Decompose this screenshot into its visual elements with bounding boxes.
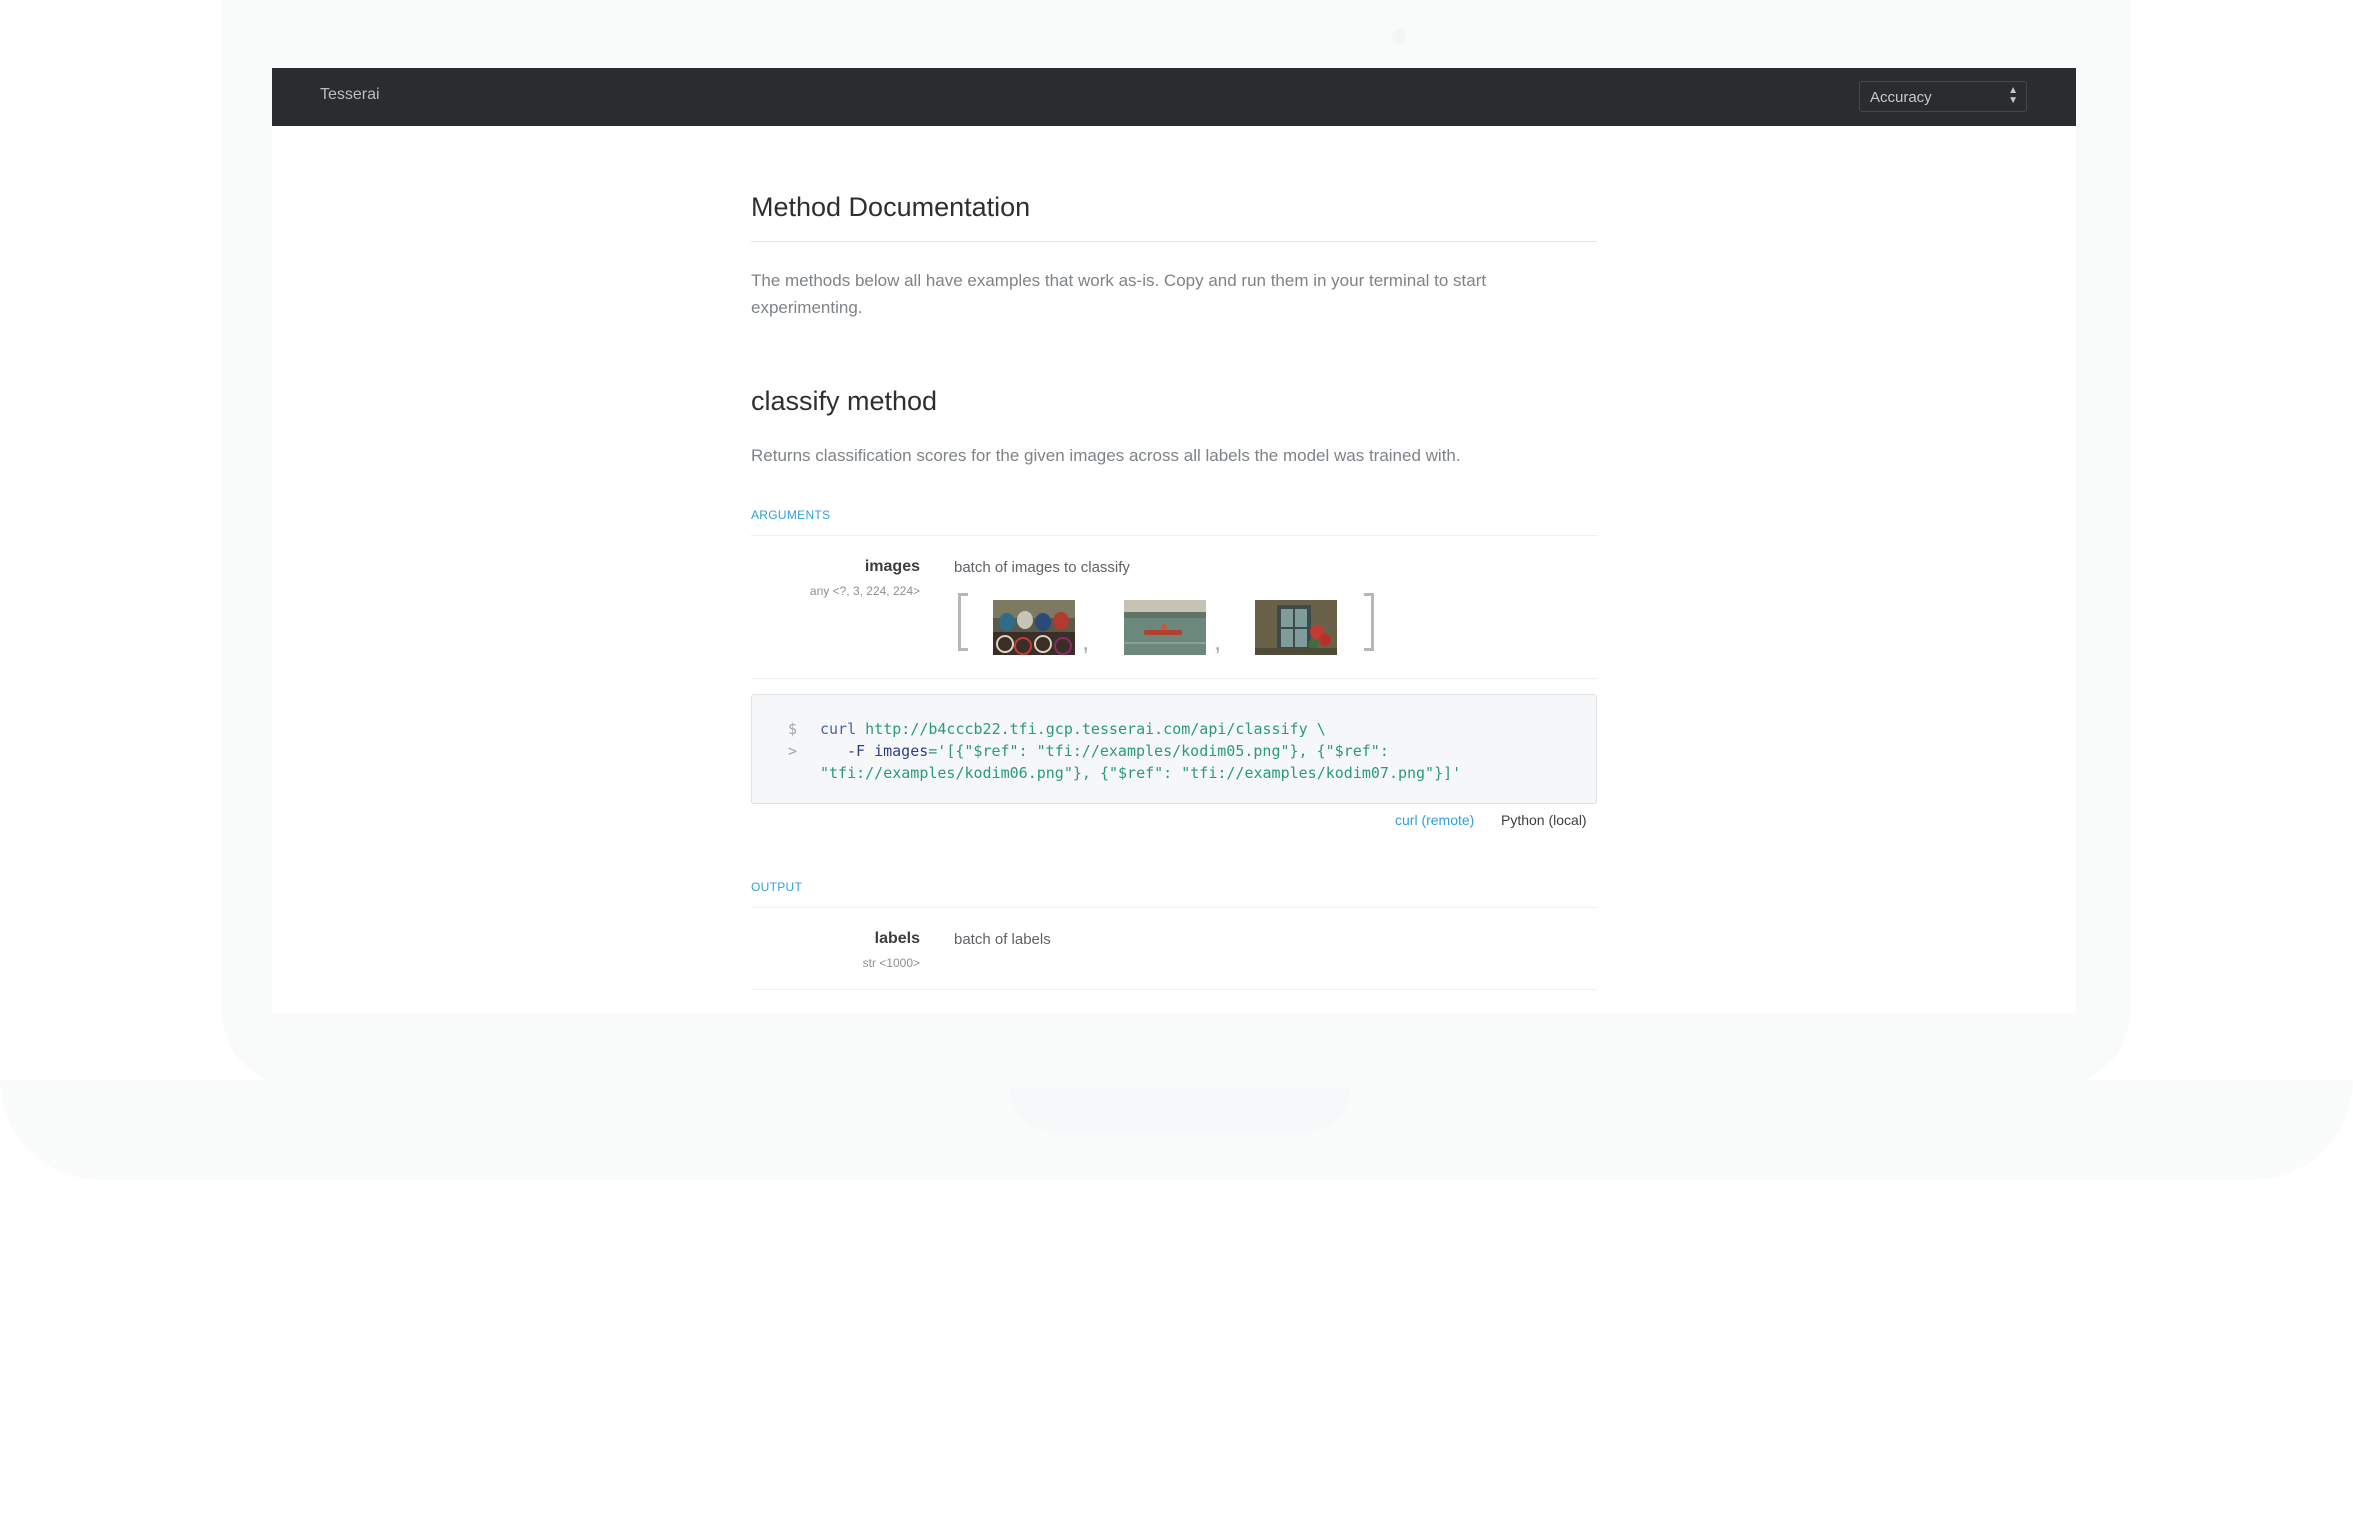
- argument-row-divider: [751, 678, 1597, 679]
- arguments-divider: [751, 535, 1597, 536]
- brand-link[interactable]: Tesserai: [320, 86, 380, 104]
- select-arrows-icon: ▲ ▼: [2008, 85, 2018, 106]
- laptop-notch: [1010, 1088, 1350, 1132]
- code-line-1: curl http://b4cccb22.tfi.gcp.tesserai.co…: [820, 720, 1326, 738]
- model-select[interactable]: Accuracy ▲ ▼: [1859, 81, 2027, 112]
- output-name: labels: [874, 930, 920, 947]
- right-bracket: [1364, 593, 1374, 651]
- title-divider: [751, 241, 1597, 242]
- method-title: classify method: [751, 386, 938, 416]
- arguments-label: ARGUMENTS: [751, 508, 831, 522]
- intro-text: The methods below all have examples that…: [751, 271, 1487, 317]
- shell-prompt: $: [788, 720, 798, 738]
- continuation-prompt: >: [788, 742, 798, 760]
- image-thumbnail-cyclists[interactable]: [993, 600, 1075, 655]
- tab-python-local[interactable]: Python (local): [1501, 812, 1587, 828]
- model-select-value: Accuracy: [1870, 89, 1932, 106]
- output-row-divider: [751, 989, 1597, 990]
- code-line-2: -F images='[{"$ref": "tfi://examples/kod…: [847, 742, 1389, 760]
- app-screen: Tesserai Accuracy ▲ ▼ Method Documentatio…: [272, 68, 2076, 1014]
- code-line-3: "tfi://examples/kodim06.png"}, {"$ref": …: [820, 764, 1462, 782]
- argument-name: images: [864, 558, 920, 575]
- image-thumbnail-kayak[interactable]: [1124, 600, 1206, 655]
- code-example[interactable]: $ > curl http://b4cccb22.tfi.gcp.tessera…: [751, 694, 1597, 804]
- top-navbar: Tesserai Accuracy ▲ ▼: [272, 68, 2076, 126]
- separator-comma: ,: [1214, 626, 1222, 656]
- output-label: OUTPUT: [751, 880, 803, 894]
- method-description: Returns classification scores for the gi…: [751, 446, 1461, 465]
- output-type: str <1000>: [862, 956, 920, 970]
- separator-comma: ,: [1082, 626, 1090, 656]
- argument-type: any <?, 3, 224, 224>: [809, 584, 920, 598]
- page-title: Method Documentation: [751, 192, 1031, 222]
- argument-description: batch of images to classify: [954, 559, 1130, 576]
- output-description: batch of labels: [954, 931, 1051, 948]
- image-thumbnail-window-flowers[interactable]: [1255, 600, 1337, 655]
- tab-curl-remote[interactable]: curl (remote): [1395, 812, 1474, 828]
- output-divider: [751, 907, 1597, 908]
- left-bracket: [958, 593, 968, 651]
- camera-dot: [1392, 30, 1406, 44]
